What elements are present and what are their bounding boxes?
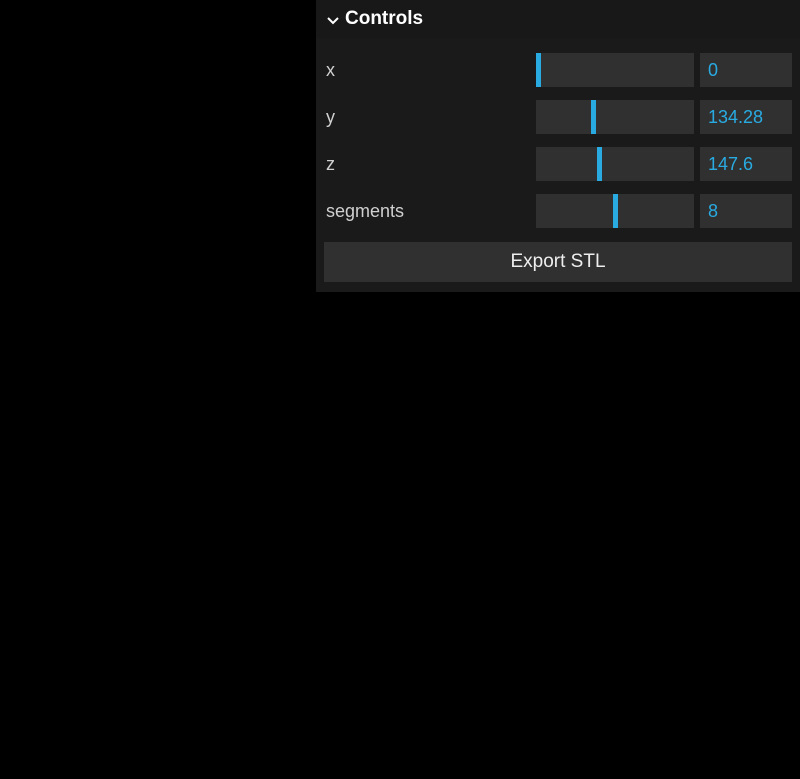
- slider-x[interactable]: [536, 53, 694, 87]
- control-row-x: x 0: [324, 49, 792, 91]
- export-stl-button[interactable]: Export STL: [324, 242, 792, 282]
- slider-z[interactable]: [536, 147, 694, 181]
- panel-body: x 0 y 134.28 z 147.6 segments 8: [316, 38, 800, 292]
- control-label: y: [324, 107, 530, 128]
- value-input-x[interactable]: 0: [700, 53, 792, 87]
- panel-title: Controls: [345, 8, 423, 30]
- value-input-y[interactable]: 134.28: [700, 100, 792, 134]
- control-label: z: [324, 154, 530, 175]
- slider-thumb[interactable]: [613, 194, 618, 228]
- slider-thumb[interactable]: [536, 53, 541, 87]
- slider-y[interactable]: [536, 100, 694, 134]
- slider-thumb[interactable]: [591, 100, 596, 134]
- panel-header[interactable]: Controls: [316, 0, 800, 38]
- control-label: x: [324, 60, 530, 81]
- control-row-y: y 134.28: [324, 96, 792, 138]
- value-input-z[interactable]: 147.6: [700, 147, 792, 181]
- value-input-segments[interactable]: 8: [700, 194, 792, 228]
- control-row-z: z 147.6: [324, 143, 792, 185]
- slider-segments[interactable]: [536, 194, 694, 228]
- controls-panel: Controls x 0 y 134.28 z 147.6 segments: [315, 0, 800, 292]
- chevron-down-icon: [326, 13, 338, 25]
- control-row-segments: segments 8: [324, 190, 792, 232]
- slider-thumb[interactable]: [597, 147, 602, 181]
- control-label: segments: [324, 201, 530, 222]
